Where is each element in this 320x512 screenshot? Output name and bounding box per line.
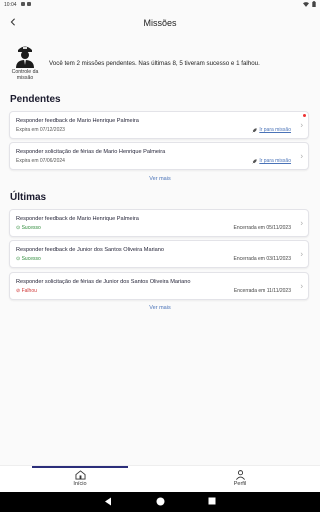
go-to-mission-link[interactable]: Ir para missão [259, 127, 291, 133]
mission-status-text: Sucesso [21, 256, 41, 262]
status-notification-icons [21, 2, 31, 6]
mission-title: Responder solicitação de férias de Mario… [16, 149, 166, 155]
app-bar: Missões [0, 12, 320, 34]
summary-text: Você tem 2 missões pendentes. Nas última… [49, 60, 260, 67]
rocket-icon [252, 158, 258, 164]
mission-title: Responder feedback de Junior dos Santos … [16, 247, 165, 253]
person-icon [235, 470, 245, 480]
home-icon [75, 470, 85, 480]
mission-status: ⊘ Falhou [16, 288, 37, 294]
mission-expiry: Expira em 07/12/2023 [16, 127, 65, 133]
go-to-mission[interactable]: Ir para missão [252, 158, 291, 164]
unread-dot [303, 114, 306, 117]
recent-mission-card[interactable]: Responder solicitação de férias de Junio… [9, 272, 309, 300]
chevron-right-icon: › [300, 218, 303, 228]
status-time: 10:04 [4, 2, 17, 8]
chevron-right-icon: › [300, 151, 303, 161]
recent-mission-card[interactable]: Responder feedback de Junior dos Santos … [9, 240, 309, 268]
chevron-right-icon: › [300, 281, 303, 291]
active-tab-indicator [32, 466, 128, 468]
system-back-icon[interactable] [104, 497, 112, 506]
pending-see-more-link[interactable]: Ver mais [0, 176, 320, 182]
system-recents-icon[interactable] [208, 497, 216, 505]
notification-icon [21, 2, 25, 6]
pending-mission-card[interactable]: Responder solicitação de férias de Mario… [9, 142, 309, 170]
system-navigation-bar [0, 492, 320, 512]
mission-closed-date: Encerrada em 03/11/2023 [233, 256, 291, 262]
rocket-icon [252, 127, 258, 133]
mission-status-text: Falhou [21, 288, 37, 294]
mission-title: Responder feedback de Mario Henrique Pal… [16, 216, 139, 222]
status-right-icons [303, 1, 316, 7]
recent-see-more-link[interactable]: Ver mais [0, 305, 320, 311]
recent-mission-card[interactable]: Responder feedback de Mario Henrique Pal… [9, 209, 309, 237]
notification-icon [27, 2, 31, 6]
missions-summary: Controle da missão Você tem 2 missões pe… [8, 44, 314, 88]
go-to-mission[interactable]: Ir para missão [252, 127, 291, 133]
mission-closed-date: Encerrada em 11/11/2023 [233, 288, 291, 294]
mission-title: Responder feedback de Mario Henrique Pal… [16, 118, 139, 124]
status-bar: 10:04 [0, 0, 320, 9]
nav-profile[interactable]: Perfil [210, 470, 270, 487]
chevron-right-icon: › [300, 249, 303, 259]
pending-section-title: Pendentes [10, 94, 61, 105]
wifi-icon [303, 1, 309, 7]
mission-status: ⊙ Sucesso [16, 225, 41, 231]
nav-profile-label: Perfil [233, 481, 247, 487]
mission-status-text: Sucesso [21, 225, 41, 231]
pending-mission-card[interactable]: Responder feedback de Mario Henrique Pal… [9, 111, 309, 139]
recent-section-title: Últimas [10, 192, 47, 203]
mission-status: ⊙ Sucesso [16, 256, 41, 262]
mission-closed-date: Encerrada em 05/11/2023 [233, 225, 291, 231]
nav-home[interactable]: Início [50, 470, 110, 487]
nav-home-label: Início [73, 481, 87, 487]
battery-icon [312, 1, 316, 7]
page-title: Missões [143, 18, 177, 28]
pilot-icon [16, 46, 34, 68]
mission-expiry: Expira em 07/06/2024 [16, 158, 65, 164]
go-to-mission-link[interactable]: Ir para missão [259, 158, 291, 164]
avatar-label: Controle da missão [11, 69, 39, 81]
chevron-right-icon: › [300, 120, 303, 130]
mission-title: Responder solicitação de férias de Junio… [16, 279, 191, 285]
mission-control-avatar: Controle da missão [8, 44, 42, 81]
bottom-navigation: Início Perfil [0, 465, 320, 492]
system-home-icon[interactable] [156, 497, 165, 506]
